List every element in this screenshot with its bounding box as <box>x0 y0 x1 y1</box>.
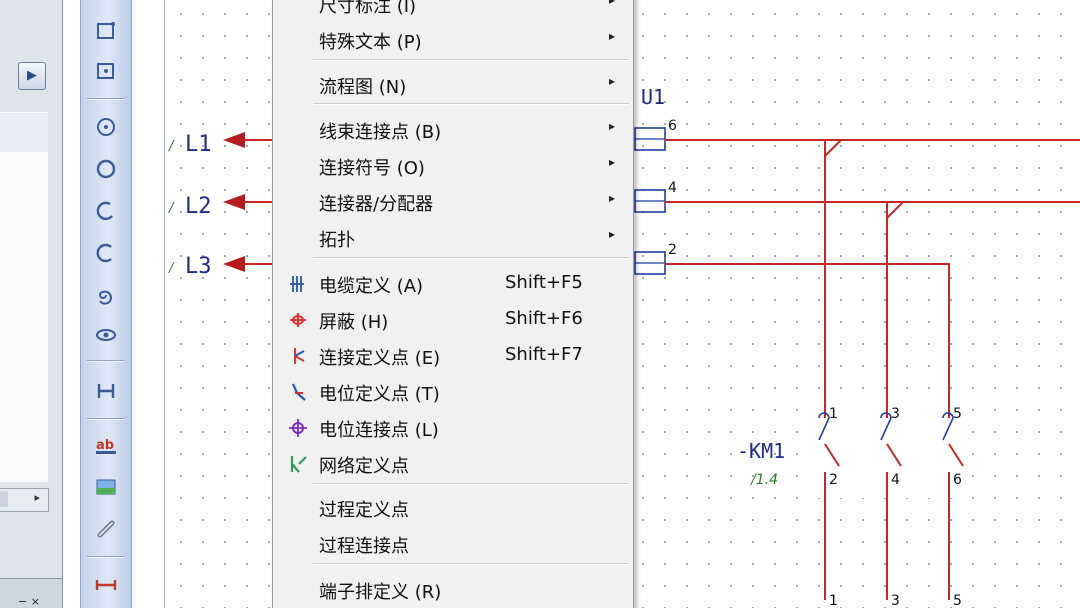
terminal-top-3: 3 <box>891 406 900 422</box>
menu-item-shield[interactable]: 屏蔽 (H) Shift+F6 <box>273 301 633 337</box>
spiral-icon[interactable] <box>93 282 119 308</box>
text-ab-icon[interactable]: ab <box>93 432 119 458</box>
source-label-l3: L3 <box>185 254 212 279</box>
submenu-arrow-icon: ▸ <box>609 119 616 133</box>
terminal-lower-1: 1 <box>829 593 838 608</box>
circle-point-icon[interactable] <box>93 114 119 140</box>
pin-number: 6 <box>668 118 677 134</box>
left-panel: ▶ ▸ − × <box>0 0 63 608</box>
source-label-l1: L1 <box>185 132 212 157</box>
terminal-bottom-6: 6 <box>953 472 962 488</box>
terminal-bottom-4: 4 <box>891 472 900 488</box>
pin-box-2[interactable]: 2 <box>634 242 677 275</box>
dimension-icon[interactable] <box>93 378 119 404</box>
menu-item-process-connection[interactable]: 过程连接点 <box>273 525 633 561</box>
svg-text:/: / <box>168 201 175 216</box>
svg-text:/: / <box>168 261 175 276</box>
menu-item-potential-connection[interactable]: 电位连接点 (L) <box>273 409 633 445</box>
arrow-left-icon <box>223 132 245 148</box>
panel-tree-area[interactable] <box>0 152 48 482</box>
menu-item-network-definition[interactable]: 网络定义点 <box>273 445 633 481</box>
panel-list-header <box>0 112 48 153</box>
submenu-arrow-icon: ▸ <box>609 74 616 88</box>
menu-item-connector[interactable]: 连接器/分配器 ▸ <box>273 183 633 219</box>
panel-bottom-hint[interactable]: − × <box>18 595 40 608</box>
scrollbar-thumb[interactable] <box>0 491 8 507</box>
potential-definition-icon <box>287 381 309 403</box>
wire-l1[interactable] <box>665 139 1080 600</box>
component-label-u1[interactable]: U1 <box>641 85 665 109</box>
terminal-lower-5: 5 <box>953 593 962 608</box>
wire-l2[interactable] <box>665 201 1080 600</box>
menu-item-potential-definition[interactable]: 电位定义点 (T) <box>273 373 633 409</box>
image-icon[interactable] <box>93 474 119 500</box>
source-label-l2: L2 <box>185 194 212 219</box>
submenu-arrow-icon: ▸ <box>609 227 616 241</box>
contactor-ref: /1.4 <box>749 472 778 488</box>
link-icon[interactable] <box>93 516 119 542</box>
network-definition-icon <box>287 453 309 475</box>
source-l3[interactable]: / L3 <box>168 254 275 279</box>
menu-item-terminal-strip[interactable]: 端子排定义 (R) <box>273 571 633 607</box>
menu-item-flowchart[interactable]: 流程图 (N) ▸ <box>273 66 633 102</box>
pin-number: 4 <box>668 180 677 196</box>
horizontal-scrollbar[interactable]: ▸ <box>0 488 49 512</box>
arrow-left-icon <box>223 194 245 210</box>
rectangle-icon[interactable] <box>93 18 119 44</box>
cable-definition-icon <box>287 273 309 295</box>
menu-item-connection-definition[interactable]: 连接定义点 (E) Shift+F7 <box>273 337 633 373</box>
contactor-name: -KM1 <box>737 439 785 463</box>
menu-item-process-definition[interactable]: 过程定义点 <box>273 489 633 525</box>
menu-item-connection-symbol[interactable]: 连接符号 (O) ▸ <box>273 147 633 183</box>
pin-number: 2 <box>668 242 677 258</box>
circle-icon[interactable] <box>93 156 119 182</box>
arrow-left-icon <box>223 256 245 272</box>
arrow-right-icon[interactable]: ▶ <box>18 62 46 90</box>
rectangle-point-icon[interactable] <box>93 58 119 84</box>
menu-item-cable-definition[interactable]: 电缆定义 (A) Shift+F5 <box>273 265 633 301</box>
pin-box-6[interactable]: 6 <box>634 118 677 151</box>
menu-item-special-text[interactable]: 特殊文本 (P) ▸ <box>273 21 633 57</box>
menu-item-harness-connection[interactable]: 线束连接点 (B) ▸ <box>273 111 633 147</box>
terminal-top-1: 1 <box>829 406 838 422</box>
drawing-toolbar: ab <box>80 0 132 608</box>
contactor-km1[interactable]: 1 3 5 2 4 6 -KM1 /1.4 1 3 5 <box>737 406 964 608</box>
terminal-lower-3: 3 <box>891 593 900 608</box>
terminal-bottom-2: 2 <box>829 472 838 488</box>
panel-bottom-bar: − × <box>0 578 62 608</box>
terminal-top-5: 5 <box>953 406 962 422</box>
submenu-arrow-icon: ▸ <box>609 0 616 7</box>
submenu-arrow-icon: ▸ <box>609 191 616 205</box>
submenu-arrow-icon: ▸ <box>609 155 616 169</box>
measure-icon[interactable] <box>93 572 119 598</box>
pin-box-4[interactable]: 4 <box>634 180 677 213</box>
insert-context-menu: 尺寸标注 (I) ▸ 特殊文本 (P) ▸ 流程图 (N) ▸ 线束连接点 (B) ▸ … <box>272 0 634 608</box>
svg-text:/: / <box>168 139 175 154</box>
submenu-arrow-icon: ▸ <box>609 29 616 43</box>
connection-point-icon <box>287 345 309 367</box>
potential-connection-icon <box>287 417 309 439</box>
shield-icon <box>287 309 309 331</box>
eye-icon[interactable] <box>93 322 119 348</box>
source-l1[interactable]: / L1 <box>168 132 275 157</box>
arc-open-icon[interactable] <box>93 240 119 266</box>
menu-item-topology[interactable]: 拓扑 ▸ <box>273 219 633 255</box>
svg-text:ab: ab <box>96 438 114 453</box>
menu-item-dimension[interactable]: 尺寸标注 (I) ▸ <box>273 0 633 21</box>
scroll-right-icon[interactable]: ▸ <box>34 491 40 504</box>
source-l2[interactable]: / L2 <box>168 194 275 219</box>
arc-icon[interactable] <box>93 198 119 224</box>
